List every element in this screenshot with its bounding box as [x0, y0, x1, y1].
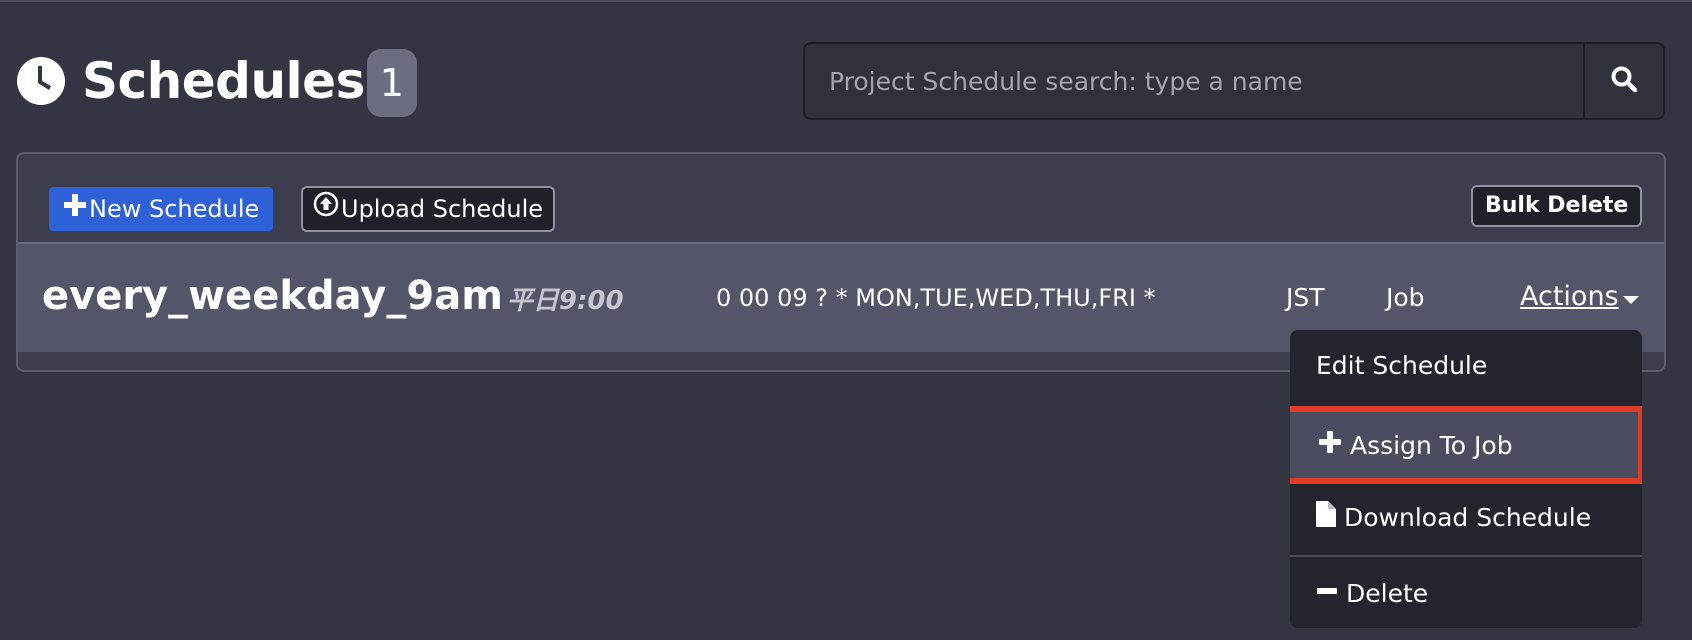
menu-item-download-schedule[interactable]: Download Schedule: [1290, 482, 1642, 552]
schedule-type: Job: [1386, 283, 1425, 312]
upload-schedule-button[interactable]: Upload Schedule: [301, 186, 556, 232]
schedule-cron: 0 00 09 ? * MON,TUE,WED,THU,FRI *: [716, 284, 1156, 312]
actions-dropdown-toggle[interactable]: Actions: [1520, 278, 1639, 316]
top-border: [0, 0, 1692, 2]
new-schedule-label: New Schedule: [89, 195, 260, 223]
menu-item-delete[interactable]: Delete: [1290, 558, 1642, 628]
minus-icon: [1316, 579, 1338, 608]
search-icon: [1610, 65, 1638, 97]
schedule-description: 平日9:00: [506, 286, 624, 316]
menu-item-label: Edit Schedule: [1316, 350, 1488, 380]
actions-dropdown-menu: Edit Schedule Assign To Job Download Sch…: [1290, 330, 1642, 628]
schedule-name[interactable]: every_weekday_9am: [42, 273, 503, 319]
new-schedule-button[interactable]: New Schedule: [49, 187, 274, 231]
page-header: Schedules 1: [16, 46, 417, 117]
menu-item-label: Download Schedule: [1344, 502, 1592, 532]
clock-icon: [16, 56, 66, 106]
plus-icon: [63, 187, 87, 231]
schedule-count-badge: 1: [366, 49, 417, 117]
menu-item-label: Delete: [1346, 578, 1429, 608]
plus-icon: [1318, 430, 1342, 460]
search-input[interactable]: [805, 44, 1583, 118]
schedule-name-cell: every_weekday_9am 平日9:00: [42, 268, 624, 329]
page-title: Schedules: [82, 52, 365, 110]
upload-icon: [313, 188, 339, 230]
search-button[interactable]: [1583, 44, 1663, 118]
schedule-timezone: JST: [1286, 283, 1325, 312]
file-icon: [1316, 501, 1336, 533]
menu-item-edit-schedule[interactable]: Edit Schedule: [1290, 330, 1642, 400]
search-bar: [803, 42, 1665, 120]
actions-label: Actions: [1520, 281, 1619, 312]
menu-divider: [1290, 555, 1642, 557]
menu-item-assign-to-job[interactable]: Assign To Job: [1290, 406, 1642, 484]
upload-schedule-label: Upload Schedule: [341, 195, 544, 223]
bulk-delete-button[interactable]: Bulk Delete: [1471, 185, 1643, 227]
caret-down-icon: [1622, 278, 1639, 316]
menu-item-label: Assign To Job: [1350, 430, 1513, 460]
